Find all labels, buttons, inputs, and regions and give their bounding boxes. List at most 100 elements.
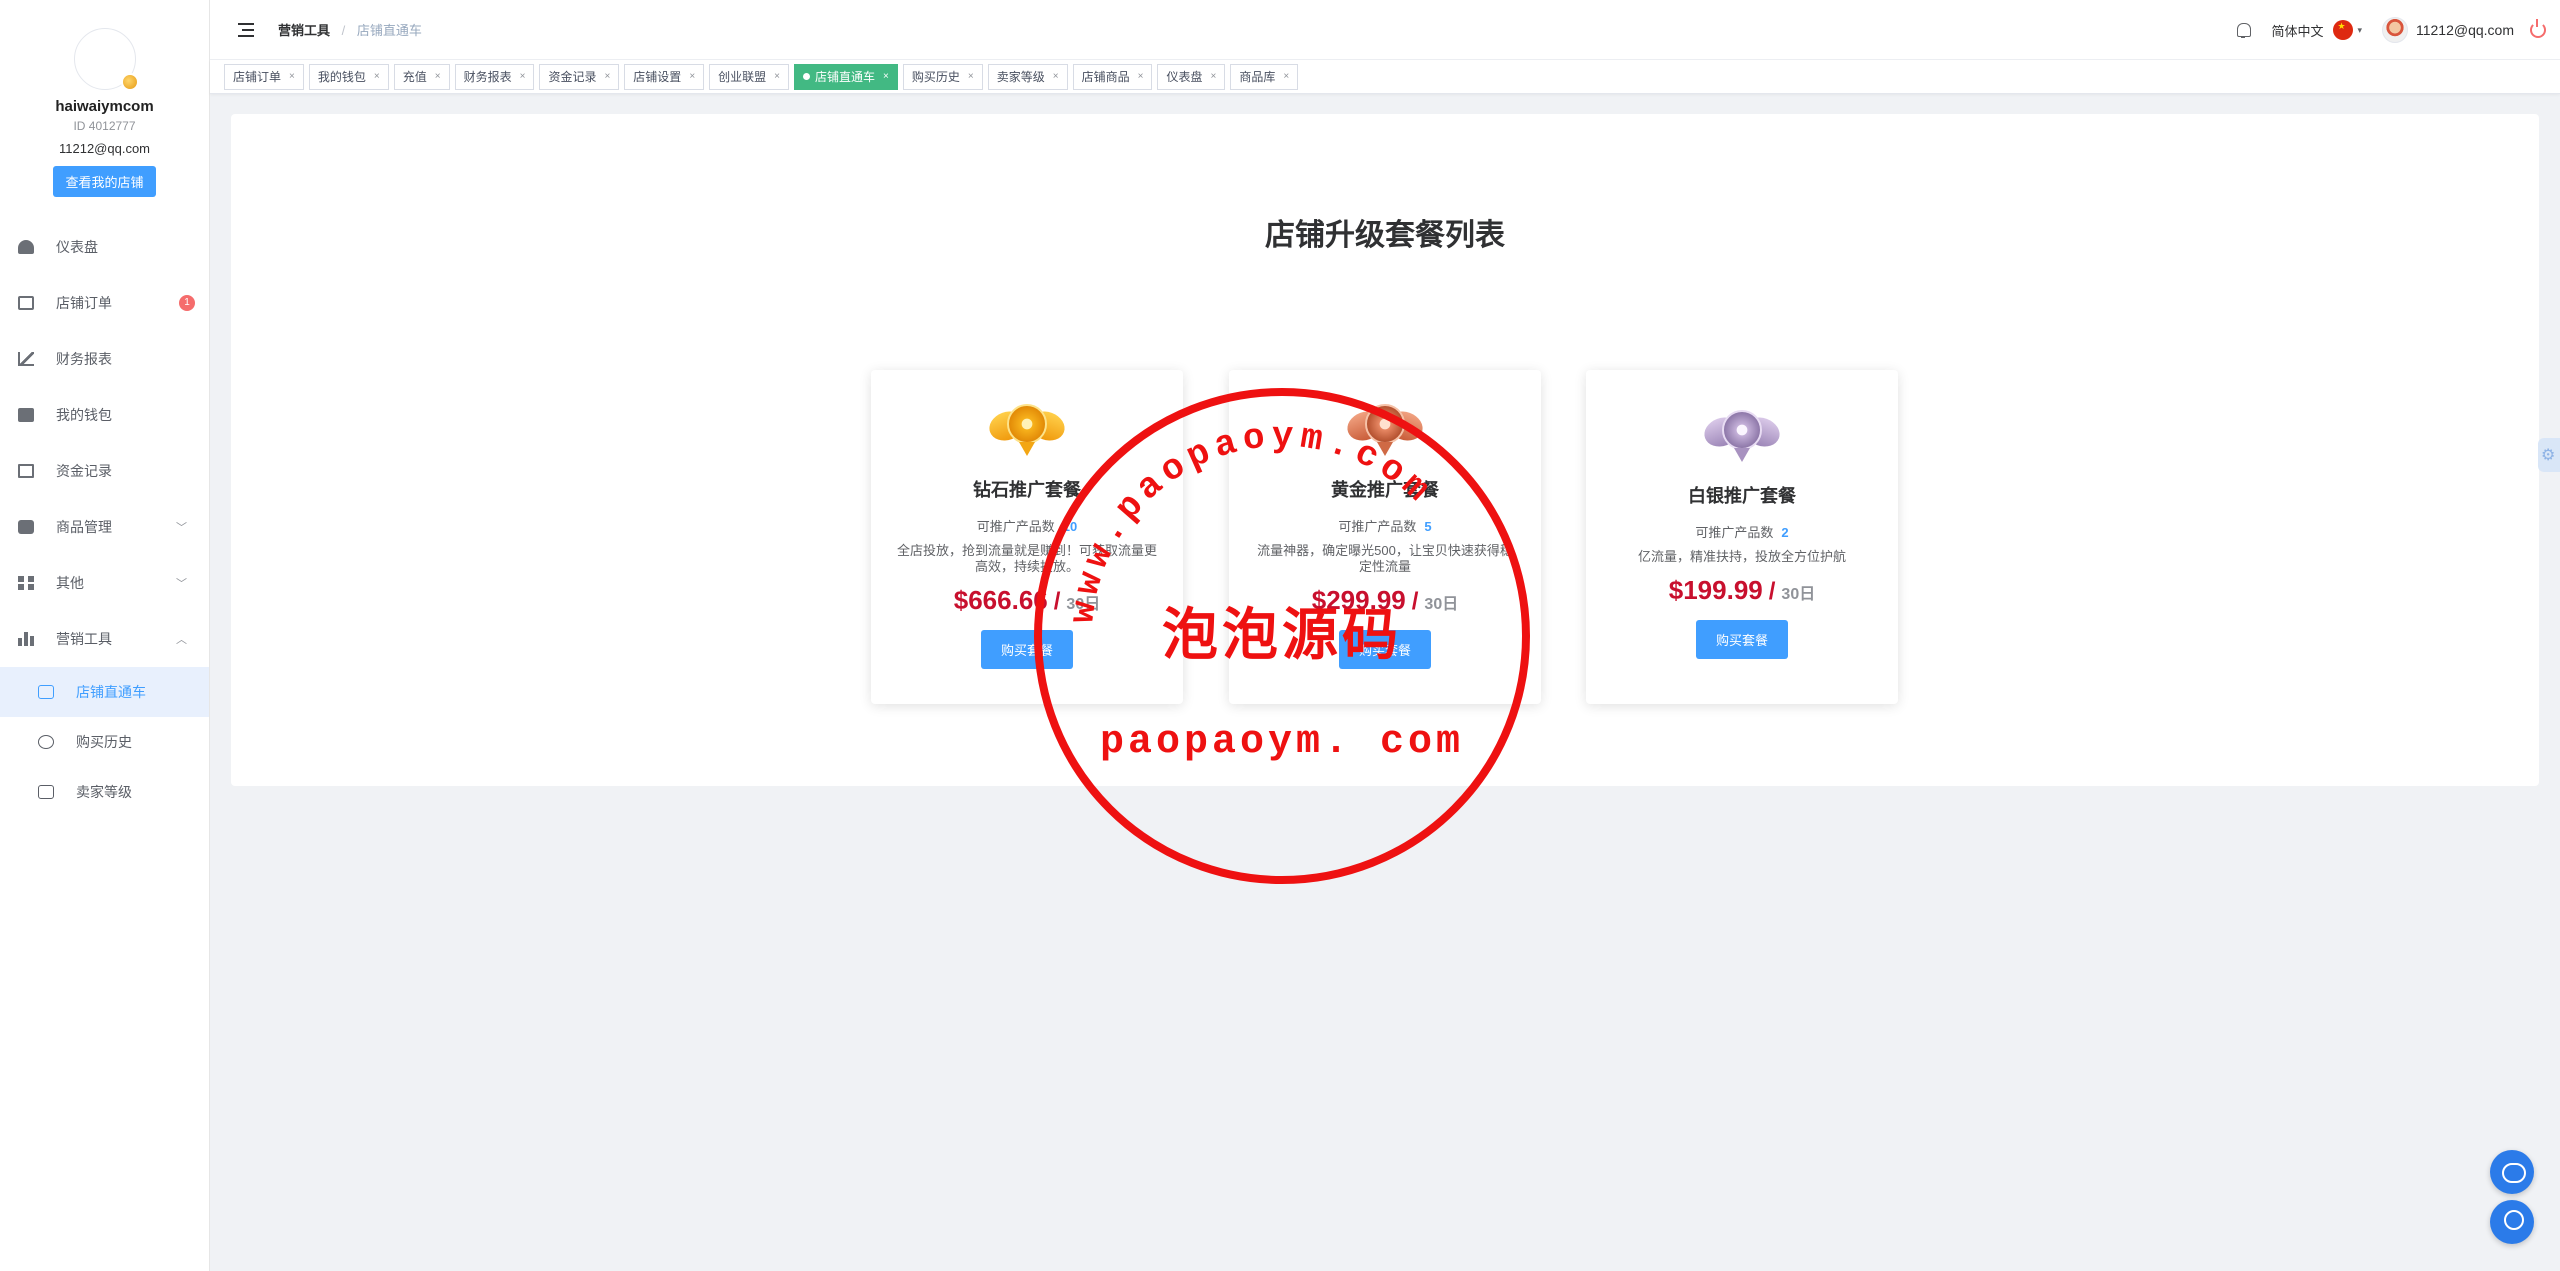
tag-dashboard[interactable]: 仪表盘 × (1157, 63, 1226, 90)
user-avatar[interactable] (2381, 17, 2408, 43)
close-icon[interactable]: × (968, 71, 974, 82)
sidebar-subitem-seller-level[interactable]: 卖家等级 (0, 767, 209, 817)
package-price: $666.66/ 30日 (871, 585, 1183, 616)
count-value: 10 (1062, 519, 1078, 534)
notification-badge: 1 (179, 295, 195, 311)
breadcrumb-item[interactable]: 营销工具 (278, 23, 330, 38)
close-icon[interactable]: × (1053, 71, 1059, 82)
price-value: $666.66 (953, 585, 1048, 615)
sidebar-subitem-purchase-history[interactable]: 购买历史 (0, 717, 209, 767)
close-icon[interactable]: × (883, 71, 889, 82)
tag-label: 店铺商品 (1081, 70, 1130, 84)
sidebar-item-label: 营销工具 (56, 631, 112, 647)
tag-label: 财务报表 (463, 70, 512, 84)
tag-product-library[interactable]: 商品库 × (1230, 63, 1299, 90)
price-separator: / (1053, 588, 1061, 615)
tag-wallet[interactable]: 我的钱包 × (308, 63, 389, 90)
price-value: $199.99 (1668, 575, 1763, 605)
language-selector[interactable]: 简体中文 (2271, 21, 2323, 40)
buy-package-button[interactable]: 购买套餐 (1695, 620, 1788, 659)
tag-label: 卖家等级 (996, 70, 1045, 84)
package-description: 流量神器，确定曝光500，让宝贝快速获得稳定性流量 (1257, 543, 1513, 574)
chat-button-icon[interactable] (2490, 1150, 2534, 1194)
chevron-up-icon: ︿ (176, 634, 187, 646)
sidebar-item-marketing-tools[interactable]: 营销工具 ︿ (0, 611, 209, 667)
close-icon[interactable]: × (1210, 71, 1216, 82)
sidebar-subitem-label: 店铺直通车 (76, 684, 146, 700)
power-icon[interactable] (2530, 19, 2546, 38)
tag-seller-level[interactable]: 卖家等级 × (987, 63, 1068, 90)
tag-label: 店铺直通车 (815, 70, 876, 84)
tag-label: 资金记录 (548, 70, 597, 84)
package-description: 亿流量，精准扶持，投放全方位护航 (1637, 549, 1846, 564)
product-count: 可推广产品数 2 (1586, 522, 1898, 541)
tag-shop-orders[interactable]: 店铺订单 × (224, 63, 304, 90)
close-icon[interactable]: × (604, 71, 610, 82)
tag-financial-reports[interactable]: 财务报表 × (454, 63, 535, 90)
view-my-shop-button[interactable]: 查看我的店铺 (53, 166, 156, 197)
close-icon[interactable]: × (1138, 71, 1144, 82)
user-email: 11212@qq.com (58, 141, 150, 156)
sidebar-item-wallet[interactable]: 我的钱包 (0, 387, 209, 443)
user-id: ID 4012777 (73, 119, 136, 133)
tag-fund-records[interactable]: 资金记录 × (539, 63, 620, 90)
close-icon[interactable]: × (374, 71, 380, 82)
sidebar-item-financial-reports[interactable]: 财务报表 (0, 331, 209, 387)
sidebar-item-label: 仪表盘 (56, 239, 98, 255)
sidebar-item-other[interactable]: 其他 ﹀ (0, 555, 209, 611)
caret-down-icon[interactable]: ▾ (2357, 25, 2362, 36)
count-label: 可推广产品数 (1338, 519, 1417, 534)
username: haiwaiymcom (55, 98, 154, 115)
tag-label: 仪表盘 (1166, 70, 1203, 84)
close-icon[interactable]: × (774, 71, 780, 82)
breadcrumb-current: 店铺直通车 (356, 23, 422, 38)
bag-icon (18, 520, 34, 534)
tag-recharge[interactable]: 充值 × (393, 63, 450, 90)
grid-icon (18, 576, 34, 590)
package-card-diamond: 钻石推广套餐 可推广产品数 10 全店投放，抢到流量就是赚到！可获取流量更高效，持… (871, 370, 1183, 704)
sidebar-item-product-management[interactable]: 商品管理 ﹀ (0, 499, 209, 555)
dashboard-icon (18, 240, 34, 254)
header-user-email[interactable]: 11212@qq.com (2416, 22, 2514, 38)
close-icon[interactable]: × (435, 71, 441, 82)
close-icon[interactable]: × (689, 71, 695, 82)
price-separator: / (1411, 588, 1419, 615)
tag-label: 购买历史 (911, 70, 960, 84)
sidebar-item-label: 其他 (56, 575, 84, 591)
close-icon[interactable]: × (1283, 71, 1289, 82)
close-icon[interactable]: × (289, 71, 295, 82)
china-flag-icon[interactable] (2333, 20, 2354, 40)
close-icon[interactable]: × (520, 71, 526, 82)
settings-gear-icon[interactable] (2538, 438, 2560, 472)
sidebar-menu: 仪表盘 店铺订单 1 财务报表 我的钱包 资金记录 商品管理 ﹀ 其他 ﹀ 营销… (0, 219, 209, 817)
package-card-silver: 白银推广套餐 可推广产品数 2 亿流量，精准扶持，投放全方位护航 $199.99/… (1586, 370, 1898, 704)
tag-shop-express[interactable]: 店铺直通车 × (794, 63, 898, 90)
avatar[interactable] (73, 28, 139, 91)
sidebar-item-fund-records[interactable]: 资金记录 (0, 443, 209, 499)
sidebar-subitem-shop-express[interactable]: 店铺直通车 (0, 667, 209, 717)
bell-icon[interactable] (2235, 21, 2252, 39)
package-price: $199.99/ 30日 (1586, 575, 1898, 606)
tag-shop-products[interactable]: 店铺商品 × (1072, 63, 1153, 90)
sidebar-item-shop-orders[interactable]: 店铺订单 1 (0, 275, 209, 331)
buy-package-button[interactable]: 购买套餐 (1338, 630, 1431, 669)
price-value: $299.99 (1311, 585, 1406, 615)
sidebar-item-dashboard[interactable]: 仪表盘 (0, 219, 209, 275)
product-count: 可推广产品数 10 (871, 516, 1183, 535)
count-label: 可推广产品数 (1695, 525, 1774, 540)
clock-icon (38, 735, 54, 749)
document-icon (18, 464, 34, 478)
hamburger-menu-icon[interactable] (238, 22, 254, 37)
count-value: 2 (1781, 525, 1789, 540)
gold-medal-icon (985, 400, 1069, 462)
tag-purchase-history[interactable]: 购买历史 × (902, 63, 983, 90)
tag-shop-settings[interactable]: 店铺设置 × (624, 63, 705, 90)
sidebar-item-label: 店铺订单 (56, 295, 112, 311)
customer-service-icon[interactable] (2490, 1200, 2534, 1244)
tag-startup-alliance[interactable]: 创业联盟 × (709, 63, 790, 90)
sidebar: haiwaiymcom ID 4012777 11212@qq.com 查看我的… (0, 0, 210, 1271)
silver-medal-icon (1700, 406, 1784, 468)
package-title: 钻石推广套餐 (973, 480, 1081, 500)
tag-label: 店铺订单 (233, 70, 282, 84)
buy-package-button[interactable]: 购买套餐 (980, 630, 1073, 669)
